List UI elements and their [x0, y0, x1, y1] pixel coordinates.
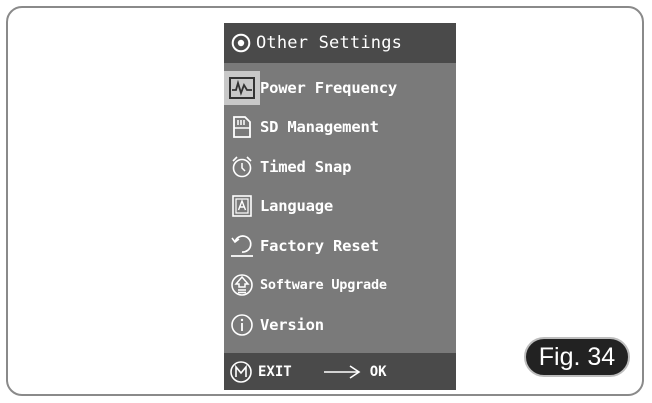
menu-item-label: Timed Snap [260, 157, 352, 176]
ok-label: OK [369, 363, 387, 380]
clock-icon [224, 152, 260, 182]
menu-item-label: Software Upgrade [260, 277, 387, 294]
menu-item-sd-management[interactable]: SD Management [224, 108, 456, 148]
upgrade-icon [224, 270, 260, 300]
menu-item-label: SD Management [260, 118, 379, 137]
language-icon [224, 191, 260, 221]
menu-item-version[interactable]: Version [224, 305, 456, 345]
settings-menu: Power Frequency SD Management Timed Snap… [224, 68, 456, 345]
menu-item-timed-snap[interactable]: Timed Snap [224, 147, 456, 187]
info-icon [224, 310, 260, 340]
settings-screen: Other Settings Power Frequency SD Manage… [224, 23, 456, 390]
sd-card-icon [224, 112, 260, 142]
menu-item-label: Version [260, 315, 324, 334]
menu-footer: EXIT OK [224, 353, 456, 390]
menu-title: Other Settings [256, 33, 403, 53]
menu-item-factory-reset[interactable]: Factory Reset [224, 226, 456, 266]
menu-item-power-frequency[interactable]: Power Frequency [224, 68, 456, 108]
menu-item-label: Language [260, 197, 334, 216]
settings-circle-icon [226, 23, 256, 63]
m-button-icon [224, 353, 258, 390]
menu-item-label: Power Frequency [260, 78, 397, 97]
menu-item-software-upgrade[interactable]: Software Upgrade [224, 266, 456, 306]
menu-header: Other Settings [224, 23, 456, 63]
figure-label: Fig. 34 [524, 337, 630, 377]
reset-icon [224, 231, 260, 261]
menu-item-label: Factory Reset [260, 236, 379, 255]
power-frequency-icon [224, 70, 260, 105]
arrow-right-icon [320, 362, 364, 382]
exit-label: EXIT [258, 363, 292, 380]
menu-item-language[interactable]: Language [224, 187, 456, 227]
